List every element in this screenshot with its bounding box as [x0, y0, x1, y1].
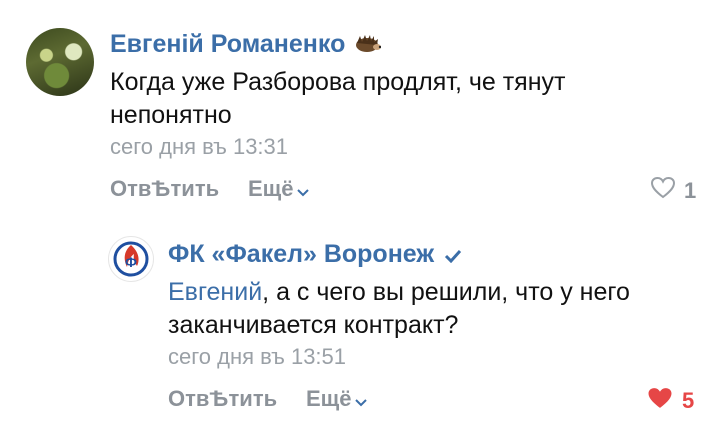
author-avatar[interactable]: [26, 28, 94, 96]
reply-more-button[interactable]: Ещё: [306, 386, 368, 413]
comment-timestamp: сего дня въ 13:31: [110, 134, 289, 159]
more-button[interactable]: Ещё: [248, 176, 310, 203]
mention-link[interactable]: Евгений: [168, 278, 262, 306]
check-icon: [444, 241, 462, 270]
like-button[interactable]: 1: [650, 176, 696, 205]
reply-reply-button[interactable]: ОтвѢтить: [168, 386, 277, 412]
chevron-down-icon: [355, 387, 368, 413]
heart-outline-icon: [650, 176, 676, 205]
like-count: 1: [684, 177, 697, 203]
hedgehog-icon: [355, 31, 382, 60]
club-avatar[interactable]: Ф: [108, 236, 154, 282]
chevron-down-icon: [297, 177, 310, 203]
author-name[interactable]: Евгеній Романенко: [110, 30, 382, 60]
reply-author-name[interactable]: ФК «Факел» Воронеж: [168, 240, 462, 270]
reply-text-line2: заканчивается контракт?: [168, 311, 459, 339]
comment-text-line2: непонятно: [110, 101, 232, 129]
svg-text:Ф: Ф: [125, 254, 137, 270]
reply-like-button[interactable]: 5: [646, 386, 694, 416]
reply-like-count: 5: [682, 388, 695, 413]
reply-timestamp: сего дня въ 13:51: [168, 344, 347, 369]
comment-text-line1: Когда уже Разборова продлят, че тянут: [110, 68, 566, 96]
heart-filled-icon: [646, 386, 674, 416]
reply-button[interactable]: ОтвѢтить: [110, 176, 219, 202]
reply-text-line1: Евгений, а с чего вы решили, что у него: [168, 278, 630, 306]
fakel-logo-icon: Ф: [113, 241, 149, 277]
